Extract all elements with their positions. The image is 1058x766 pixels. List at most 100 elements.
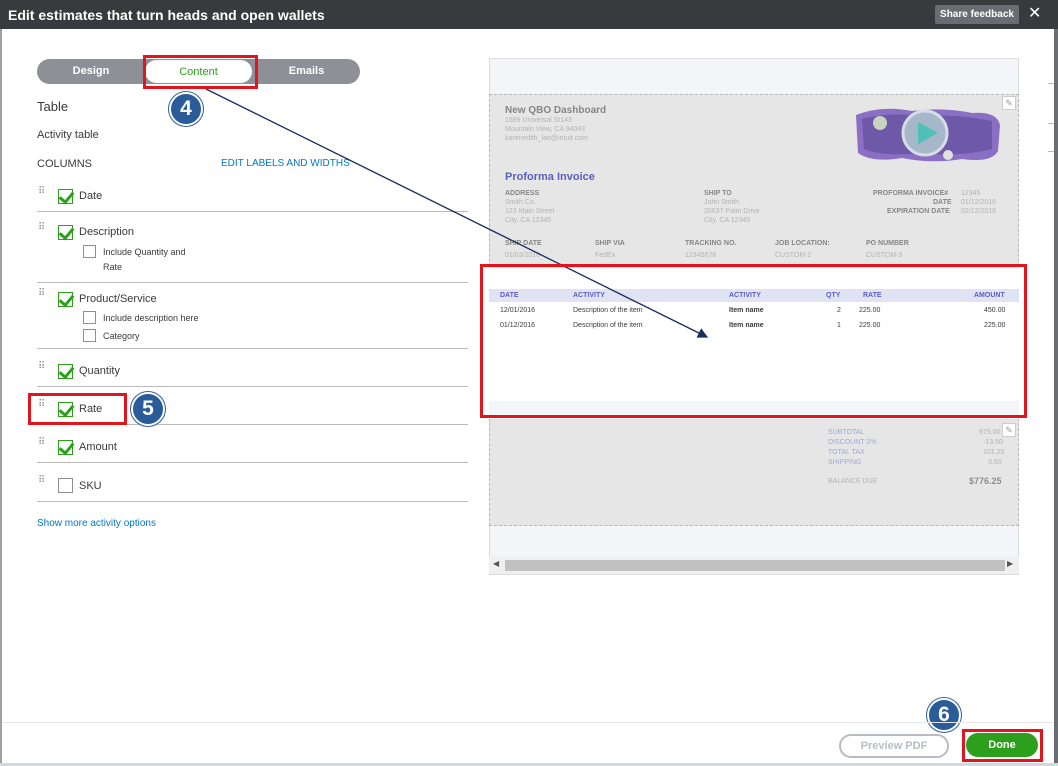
checkbox-sku[interactable] <box>58 478 73 493</box>
meta-label: PROFORMA INVOICE# <box>873 190 949 197</box>
meta-label: DATE <box>933 199 952 206</box>
highlight-content-tab <box>143 55 258 89</box>
category-label: Category <box>103 331 140 341</box>
address-line: City, CA 12345 <box>505 217 552 224</box>
meta-value: 12345 <box>961 190 981 197</box>
balance-due-value: $776.25 <box>969 476 1002 486</box>
ship-header: JOB LOCATION: <box>775 240 830 247</box>
title-bar: Edit estimates that turn heads and open … <box>0 0 1058 29</box>
meta-value: 02/12/2016 <box>961 208 997 215</box>
ship-value: FedEx <box>595 252 616 259</box>
address-line: 123 Main Street <box>505 208 555 215</box>
total-label: TOTAL TAX <box>828 449 865 456</box>
scroll-left-icon[interactable]: ◀ <box>493 559 499 568</box>
window-title: Edit estimates that turn heads and open … <box>8 7 325 23</box>
preview-scrollbar[interactable]: ◀ ▶ <box>489 557 1019 574</box>
ship-value: CUSTOM-3 <box>866 252 903 259</box>
share-feedback-button[interactable]: Share feedback <box>935 5 1019 24</box>
total-label: DISCOUNT 2% <box>828 439 877 446</box>
close-icon[interactable]: ✕ <box>1028 4 1041 24</box>
checkbox-quantity[interactable] <box>58 364 73 379</box>
edit-labels-link[interactable]: EDIT LABELS AND WIDTHS <box>221 158 350 169</box>
ship-value: 12345678 <box>685 252 717 259</box>
preview-pdf-button[interactable]: Preview PDF <box>839 734 949 758</box>
total-value: 675.00 <box>979 429 1001 436</box>
ship-to-label: SHIP TO <box>704 190 732 197</box>
tab-design[interactable]: Design <box>37 59 145 84</box>
divider <box>37 501 468 502</box>
checkbox-amount[interactable] <box>58 440 73 455</box>
document-title: Proforma Invoice <box>505 171 595 183</box>
divider <box>37 462 468 463</box>
drag-handle-icon[interactable]: ⠿ <box>38 187 48 197</box>
section-subtitle: Activity table <box>37 129 99 141</box>
checkbox-include-quantity-rate[interactable] <box>83 245 96 258</box>
step-badge-6: 6 <box>927 698 961 732</box>
meta-value: 01/12/2016 <box>961 199 997 206</box>
done-button[interactable]: Done <box>966 733 1038 757</box>
section-title: Table <box>37 99 69 114</box>
window-frame-right <box>1054 29 1058 766</box>
company-name: New QBO Dashboard <box>505 105 607 116</box>
divider <box>37 282 468 283</box>
ship-value: 01/03/2016 <box>505 252 541 259</box>
ship-value: CUSTOM-2 <box>775 252 812 259</box>
column-label-amount: Amount <box>79 441 117 453</box>
total-value: -13.50 <box>983 439 1003 446</box>
drag-handle-icon[interactable]: ⠿ <box>38 438 48 448</box>
total-value: 101.25 <box>983 449 1005 456</box>
column-label-date: Date <box>79 190 103 202</box>
scroll-right-icon[interactable]: ▶ <box>1007 559 1013 568</box>
total-label: SHIPPING <box>828 459 862 466</box>
columns-label: COLUMNS <box>37 158 93 170</box>
drag-handle-icon[interactable]: ⠿ <box>38 223 48 233</box>
tab-emails[interactable]: Emails <box>253 59 360 84</box>
highlight-activity-table <box>480 264 1027 418</box>
ship-to-line: 20637 Palm Drive <box>704 208 760 215</box>
drag-handle-icon[interactable]: ⠿ <box>38 289 48 299</box>
checkbox-date[interactable] <box>58 189 73 204</box>
step-badge-4: 4 <box>169 92 203 126</box>
company-city: Mountain View, CA 94043 <box>505 126 586 133</box>
checkbox-description[interactable] <box>58 225 73 240</box>
background-edge <box>1040 29 1054 729</box>
drag-handle-icon[interactable]: ⠿ <box>38 476 48 486</box>
column-label-description: Description <box>79 226 135 238</box>
highlight-rate-row <box>28 393 127 425</box>
total-label: SUBTOTAL <box>828 429 865 436</box>
step-badge-5: 5 <box>131 392 165 426</box>
ship-to-line: John Smith <box>704 199 740 206</box>
column-label-quantity: Quantity <box>79 365 120 377</box>
scrollbar-thumb[interactable] <box>505 560 1005 571</box>
ship-to-line: City, CA 12345 <box>704 217 751 224</box>
ship-header: TRACKING NO. <box>685 240 737 247</box>
company-logo <box>856 108 1000 162</box>
include-quantity-rate-label-2: Rate <box>103 262 123 272</box>
include-quantity-rate-label-1: Include Quantity and <box>103 247 186 257</box>
ship-header: SHIP VIA <box>595 240 625 247</box>
address-line: Smith Co. <box>505 199 536 206</box>
company-email: karenedith_lao@intuit.com <box>505 135 588 142</box>
window-frame-left <box>0 29 2 766</box>
meta-label: EXPIRATION DATE <box>887 208 950 215</box>
column-label-product-service: Product/Service <box>79 293 157 305</box>
divider <box>37 211 468 212</box>
edit-pencil-icon[interactable]: ✎ <box>1002 423 1016 437</box>
checkbox-include-description[interactable] <box>83 311 96 324</box>
address-label: ADDRESS <box>505 190 540 197</box>
ship-header: PO NUMBER <box>866 240 909 247</box>
checkbox-category[interactable] <box>83 329 96 342</box>
divider <box>37 348 468 349</box>
company-street: 1589 Universal St143 <box>505 117 572 124</box>
balance-due-label: BALANCE DUE <box>828 478 878 485</box>
ship-header: SHIP DATE <box>505 240 542 247</box>
divider <box>37 386 468 387</box>
checkbox-product-service[interactable] <box>58 292 73 307</box>
include-description-label: Include description here <box>103 313 199 323</box>
column-label-sku: SKU <box>79 480 102 492</box>
edit-pencil-icon[interactable]: ✎ <box>1002 96 1016 110</box>
total-value: 3.50 <box>988 459 1002 466</box>
show-more-options-link[interactable]: Show more activity options <box>37 518 156 529</box>
drag-handle-icon[interactable]: ⠿ <box>38 362 48 372</box>
footer-divider <box>2 722 1054 723</box>
